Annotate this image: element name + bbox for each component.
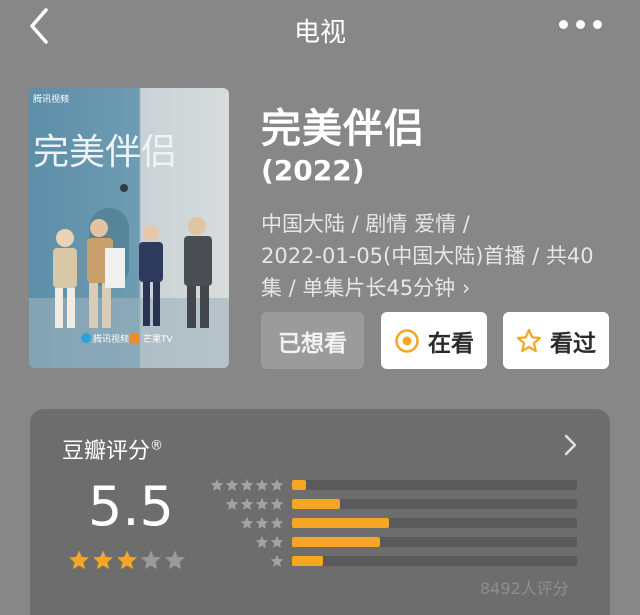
star-filled-icon <box>93 550 113 570</box>
star-small-icon <box>270 554 284 567</box>
wanted-label: 已想看 <box>278 330 347 357</box>
star-small-icon <box>210 478 224 491</box>
distribution-stars <box>225 497 284 511</box>
star-small-icon <box>270 535 284 548</box>
rating-title: 豆瓣评分® <box>62 433 163 465</box>
poster-logos: 腾讯视频 芒果TV <box>81 333 173 345</box>
distribution-stars <box>255 535 284 549</box>
meta-line: 中国大陆 / 剧情 爱情 / <box>261 212 470 236</box>
star-small-icon <box>270 497 284 510</box>
watching-button[interactable]: 在看 <box>381 312 487 369</box>
star-small-icon <box>240 497 254 510</box>
more-button[interactable] <box>548 10 612 38</box>
distribution-stars <box>240 516 284 530</box>
star-small-icon <box>255 497 269 510</box>
star-empty-icon <box>165 550 185 570</box>
top-bar: 电视 <box>0 0 640 58</box>
star-small-icon <box>270 478 284 491</box>
chevron-right-icon[interactable] <box>560 431 580 459</box>
star-small-icon <box>255 516 269 529</box>
distribution-bar <box>292 537 381 547</box>
star-small-icon <box>240 516 254 529</box>
movie-year: (2022) <box>261 154 365 187</box>
star-outline-icon <box>516 328 542 354</box>
star-small-icon <box>255 478 269 491</box>
distribution-track <box>292 499 577 509</box>
target-circle-icon <box>394 328 420 354</box>
poster-logo-mango: 芒果TV <box>143 333 173 345</box>
more-dot <box>558 19 568 29</box>
movie-meta[interactable]: 中国大陆 / 剧情 爱情 / 2022-01-05(中国大陆)首播 / 共40 … <box>261 208 601 304</box>
watched-button[interactable]: 看过 <box>503 312 609 369</box>
distribution-stars <box>270 554 284 568</box>
watching-label: 在看 <box>428 330 474 357</box>
more-dot <box>592 19 602 29</box>
wanted-button[interactable]: 已想看 <box>261 312 364 369</box>
star-small-icon <box>255 535 269 548</box>
poster-art: 腾讯视频 完美伴侣 腾讯视频 芒果TV <box>29 88 229 368</box>
rating-card[interactable]: 豆瓣评分® 5.5 8492人评分 <box>30 409 610 615</box>
distribution-track <box>292 518 577 528</box>
poster-title: 完美伴侣 <box>33 132 177 173</box>
meta-line: 集 / 单集片长45分钟 › <box>261 276 471 300</box>
rating-stars <box>68 549 186 571</box>
star-small-icon <box>240 478 254 491</box>
star-empty-icon <box>141 550 161 570</box>
page-title: 电视 <box>293 18 346 48</box>
star-small-icon <box>270 516 284 529</box>
poster-logo-tencent: 腾讯视频 <box>93 333 129 345</box>
distribution-bar <box>292 518 389 528</box>
poster-image[interactable]: 腾讯视频 完美伴侣 腾讯视频 芒果TV <box>29 88 229 368</box>
watched-label: 看过 <box>550 330 596 357</box>
star-filled-icon <box>69 550 89 570</box>
distribution-track <box>292 556 577 566</box>
distribution-bar <box>292 499 341 509</box>
distribution-stars <box>210 478 284 492</box>
meta-line: 2022-01-05(中国大陆)首播 / 共40 <box>261 244 594 268</box>
star-small-icon <box>225 497 239 510</box>
star-filled-icon <box>117 550 137 570</box>
distribution-track <box>292 537 577 547</box>
distribution-track <box>292 480 577 490</box>
registered-mark: ® <box>150 438 164 454</box>
movie-title: 完美伴侣 <box>261 106 425 152</box>
rating-score: 5.5 <box>88 475 174 538</box>
rating-title-text: 豆瓣评分 <box>62 439 151 464</box>
distribution-bar <box>292 556 324 566</box>
distribution-bar <box>292 480 307 490</box>
more-dot <box>575 19 585 29</box>
poster-badge: 腾讯视频 <box>33 93 69 105</box>
rating-count: 8492人评分 <box>480 579 569 598</box>
star-small-icon <box>225 478 239 491</box>
